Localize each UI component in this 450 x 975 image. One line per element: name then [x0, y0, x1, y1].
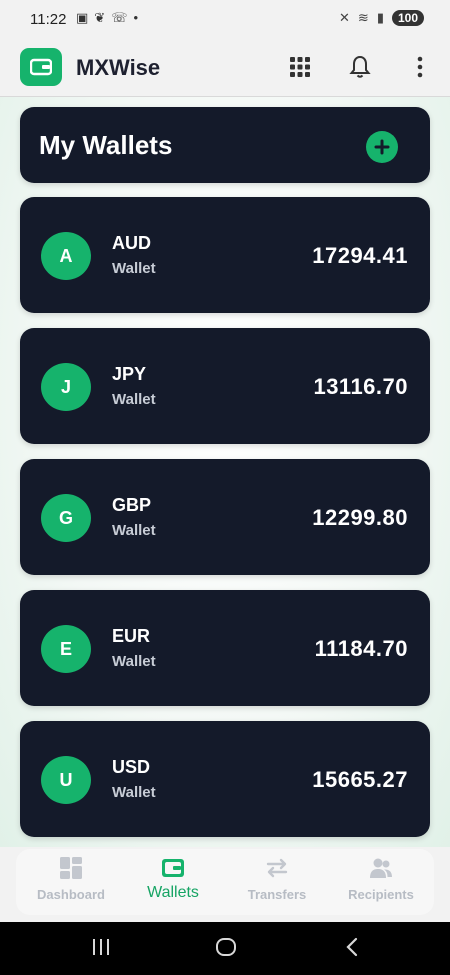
home-icon[interactable] — [215, 936, 237, 958]
nav-wallets[interactable]: Wallets — [118, 849, 228, 915]
wallet-balance: 15665.27 — [312, 767, 408, 792]
app-title: MXWise — [76, 55, 161, 80]
nav-recipients[interactable]: Recipients — [326, 849, 436, 915]
wallet-subtitle: Wallet — [112, 784, 156, 801]
wallet-card[interactable]: E EUR Wallet 11184.70 — [20, 590, 430, 706]
wallet-card[interactable]: U USD Wallet 15665.27 — [20, 721, 430, 837]
wallet-balance: 13116.70 — [313, 374, 408, 399]
status-bar: 11:22 ▣ ❦ ☏ • ✕ ≋ ▮ 100 — [0, 0, 450, 40]
notifications-button[interactable] — [347, 54, 373, 80]
status-notification-icons: ▣ ❦ ☏ • — [76, 10, 138, 26]
wallet-card[interactable]: G GBP Wallet 12299.80 — [20, 459, 430, 575]
wallet-currency: USD — [112, 757, 151, 777]
wallet-subtitle: Wallet — [112, 522, 156, 539]
apps-grid-button[interactable] — [287, 54, 313, 80]
signal-icon: ▮ — [376, 10, 384, 25]
nav-transfers[interactable]: Transfers — [222, 849, 332, 915]
wallet-balance: 11184.70 — [314, 636, 408, 661]
app-bar: MXWise — [0, 40, 450, 97]
wallet-avatar: G — [41, 494, 91, 542]
transfer-icon — [266, 858, 288, 878]
nav-label: Dashboard — [37, 887, 105, 902]
bell-icon — [349, 55, 371, 78]
bottom-navigation: Dashboard Wallets Transfers Recipients — [0, 847, 450, 922]
wallet-subtitle: Wallet — [112, 260, 156, 277]
wifi-icon: ≋ — [357, 10, 369, 25]
more-options-button[interactable] — [407, 54, 433, 80]
status-time: 11:22 — [30, 11, 67, 28]
mute-icon: ✕ — [339, 10, 350, 25]
more-vert-icon — [417, 56, 423, 78]
leaf-icon: ❦ — [94, 10, 106, 25]
grid-icon — [290, 57, 310, 77]
system-navigation-bar — [0, 922, 450, 975]
dot-icon: • — [133, 10, 139, 25]
wallet-card[interactable]: J JPY Wallet 13116.70 — [20, 328, 430, 444]
wallet-avatar: E — [41, 625, 91, 673]
wallet-logo-icon — [30, 58, 52, 76]
wallet-currency: JPY — [112, 364, 147, 384]
wallet-currency: AUD — [112, 233, 151, 253]
screenshot-icon: ▣ — [76, 10, 89, 25]
back-icon[interactable] — [342, 936, 364, 958]
wallets-content: My Wallets A AUD Wallet 17294.41 J JPY W… — [0, 97, 450, 847]
battery-level: 100 — [391, 10, 424, 26]
wallet-subtitle: Wallet — [112, 391, 156, 408]
recipients-icon — [370, 858, 392, 878]
wallet-balance: 17294.41 — [312, 243, 408, 268]
wallet-subtitle: Wallet — [112, 653, 156, 670]
wallet-balance: 12299.80 — [312, 505, 408, 530]
app-logo — [20, 48, 62, 86]
nav-dashboard[interactable]: Dashboard — [16, 849, 126, 915]
nav-label: Wallets — [147, 884, 199, 901]
wallet-currency: EUR — [112, 626, 151, 646]
wallet-avatar: A — [41, 232, 91, 280]
dashboard-icon — [60, 857, 82, 879]
nav-label: Recipients — [348, 887, 414, 902]
plus-icon — [374, 139, 390, 155]
wallet-currency: GBP — [112, 495, 152, 515]
wallet-avatar: J — [41, 363, 91, 411]
page-title: My Wallets — [39, 130, 173, 160]
wallet-avatar: U — [41, 756, 91, 804]
add-wallet-button[interactable] — [366, 131, 398, 163]
missed-call-icon: ☏ — [111, 10, 128, 25]
wallet-icon — [162, 859, 184, 877]
wallets-header: My Wallets — [20, 107, 430, 183]
nav-label: Transfers — [247, 887, 307, 902]
recent-apps-icon[interactable] — [90, 936, 112, 958]
wallet-card[interactable]: A AUD Wallet 17294.41 — [20, 197, 430, 313]
